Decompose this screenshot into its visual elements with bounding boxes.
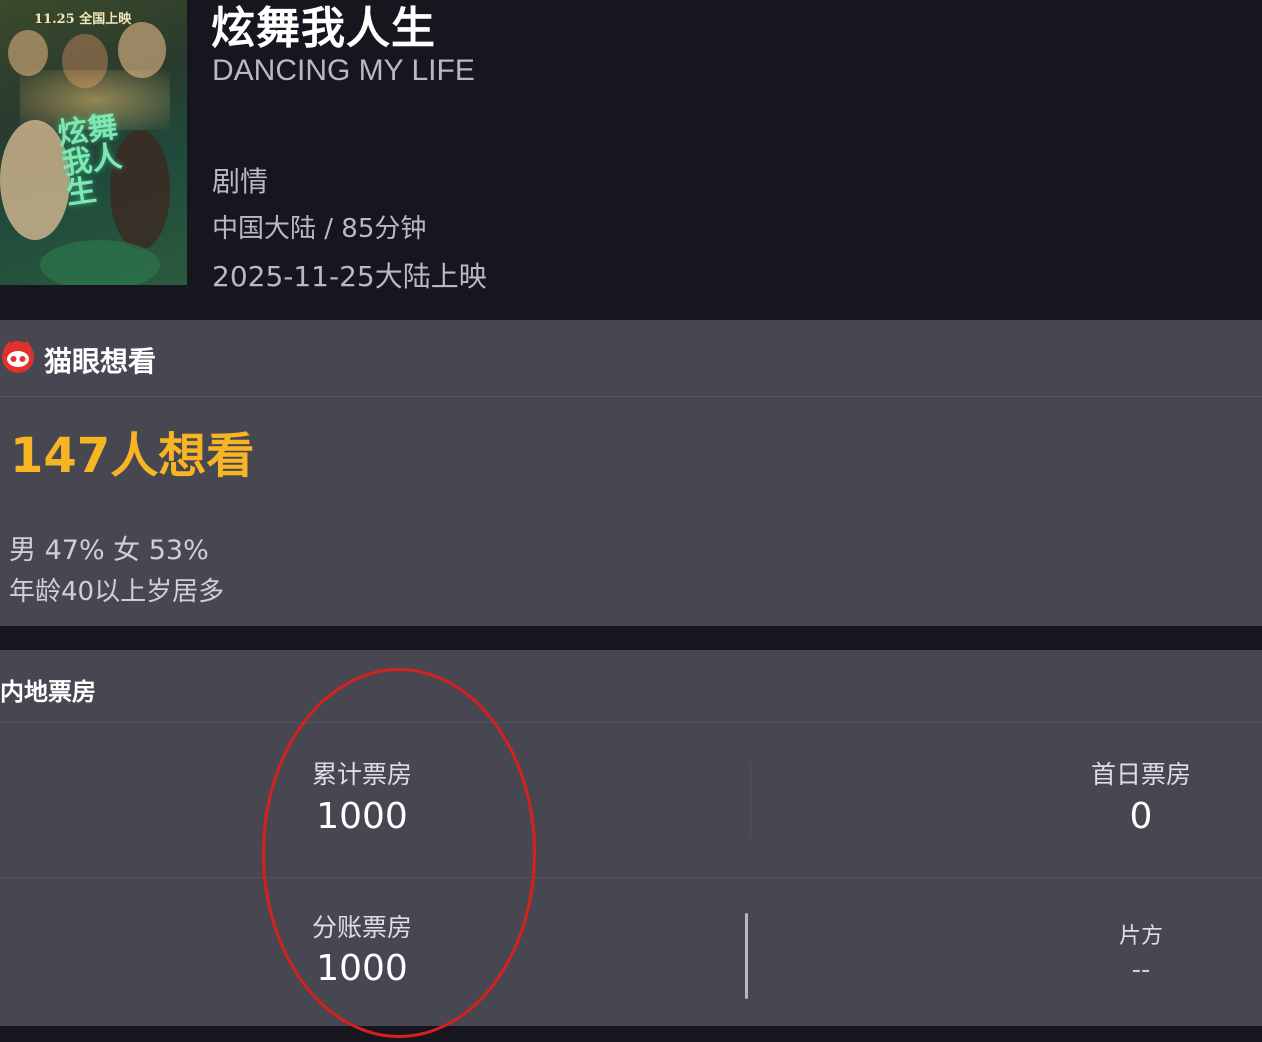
maoyan-cat-icon bbox=[2, 341, 34, 373]
movie-region-duration: 中国大陆 / 85分钟 bbox=[212, 214, 427, 244]
movie-detail-page: 11.25 全国上映 炫舞我人生 炫舞我人生 DANCING MY LIFE 剧… bbox=[0, 0, 1262, 1042]
movie-release-date: 2025-11-25大陆上映 bbox=[212, 260, 487, 293]
divider bbox=[0, 877, 1262, 878]
bottom-strip bbox=[0, 1026, 1262, 1042]
movie-genre: 剧情 bbox=[212, 165, 269, 198]
column-divider bbox=[750, 762, 751, 838]
want-to-see-panel: 猫眼想看 147人想看 男 47% 女 53% 年龄40以上岁居多 bbox=[0, 320, 1262, 626]
gender-ratio: 男 47% 女 53% bbox=[9, 535, 209, 566]
brand-name: 猫眼想看 bbox=[44, 345, 157, 378]
movie-poster[interactable]: 11.25 全国上映 炫舞我人生 bbox=[0, 0, 187, 285]
movie-title-english: DANCING MY LIFE bbox=[212, 54, 475, 87]
want-panel-header: 猫眼想看 bbox=[0, 320, 1262, 397]
box-office-title: 内地票房 bbox=[0, 678, 96, 706]
box-office-panel: 内地票房 累计票房 1000 首日票房 0 分账票房 1000 片方 -- bbox=[0, 650, 1262, 1026]
cumulative-box-office-value: 1000 bbox=[316, 796, 408, 837]
poster-release-date: 11.25 全国上映 bbox=[34, 12, 132, 27]
first-day-box-office-label: 首日票房 bbox=[1090, 760, 1191, 789]
age-distribution: 年龄40以上岁居多 bbox=[9, 577, 225, 607]
column-divider bbox=[745, 913, 748, 999]
distributor-label: 片方 bbox=[1118, 924, 1163, 949]
movie-title: 炫舞我人生 bbox=[211, 3, 436, 54]
poster-figure bbox=[40, 240, 160, 285]
want-count: 147人想看 bbox=[10, 428, 255, 484]
movie-header: 11.25 全国上映 炫舞我人生 炫舞我人生 DANCING MY LIFE 剧… bbox=[0, 0, 1262, 320]
cumulative-box-office-label: 累计票房 bbox=[311, 760, 412, 789]
divider bbox=[0, 722, 1262, 723]
distributor-value: -- bbox=[1131, 955, 1151, 985]
split-box-office-value: 1000 bbox=[316, 948, 408, 989]
poster-title: 炫舞我人生 bbox=[55, 109, 125, 212]
first-day-box-office-value: 0 bbox=[1129, 796, 1153, 837]
split-box-office-label: 分账票房 bbox=[311, 913, 412, 942]
